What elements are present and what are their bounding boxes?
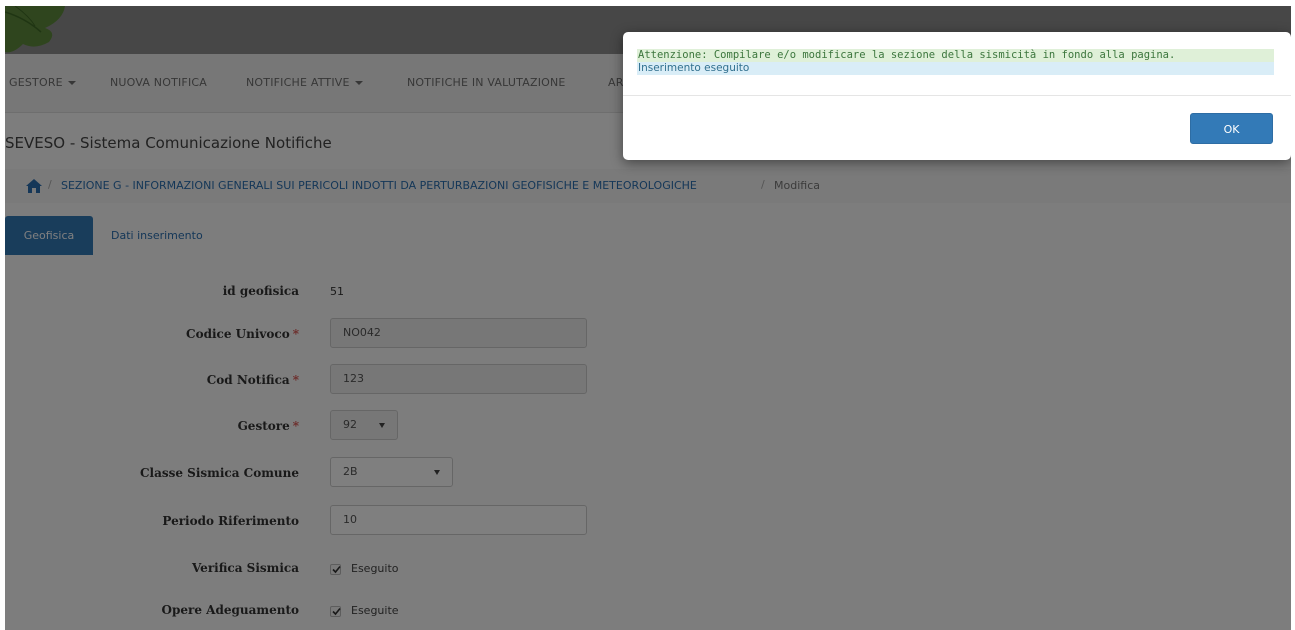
warning-message: Attenzione: Compilare e/o modificare la … xyxy=(637,49,1274,62)
modal-divider xyxy=(623,95,1291,96)
browser-viewport: GESTORE NUOVA NOTIFICA NOTIFICHE ATTIVE … xyxy=(0,0,1295,630)
info-message: Inserimento eseguito xyxy=(637,62,1274,75)
alert-dialog: Attenzione: Compilare e/o modificare la … xyxy=(623,32,1291,160)
ok-button[interactable]: OK xyxy=(1190,113,1273,144)
page: GESTORE NUOVA NOTIFICA NOTIFICHE ATTIVE … xyxy=(5,6,1291,630)
